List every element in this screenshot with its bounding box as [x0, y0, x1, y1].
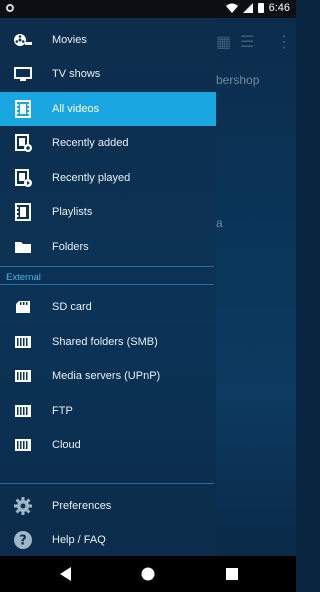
- drawer-item-help[interactable]: ? Help / FAQ: [0, 523, 216, 557]
- film-reel-icon: [13, 30, 33, 50]
- system-navigation-bar: [0, 556, 296, 592]
- status-bar: 6:46: [0, 0, 296, 18]
- section-divider: [0, 284, 214, 285]
- home-button[interactable]: [138, 564, 158, 584]
- drawer-item-label: SD card: [52, 301, 92, 313]
- navigation-drawer: Movies TV shows All videos Recently adde…: [0, 18, 216, 556]
- drawer-item-ftp[interactable]: FTP: [0, 394, 216, 428]
- drawer-item-label: Recently played: [52, 172, 131, 184]
- drawer-item-label: Cloud: [52, 439, 81, 451]
- back-button[interactable]: [56, 564, 76, 584]
- home-icon: [141, 567, 155, 581]
- recents-button[interactable]: [222, 564, 242, 584]
- external-section-title: External: [6, 272, 41, 283]
- back-icon: [60, 567, 71, 581]
- drawer-item-playlists[interactable]: Playlists: [0, 195, 216, 229]
- drawer-item-label: Shared folders (SMB): [52, 336, 158, 348]
- drawer-item-label: Recently added: [52, 137, 129, 149]
- background-video-list: ▦ ☰ ⋮ bershop a: [216, 18, 296, 556]
- server-icon: [13, 401, 33, 421]
- drawer-item-preferences[interactable]: Preferences: [0, 489, 216, 523]
- server-icon: [13, 435, 33, 455]
- drawer-item-label: Playlists: [52, 206, 93, 218]
- tv-icon: [13, 64, 33, 84]
- drawer-item-upnp[interactable]: Media servers (UPnP): [0, 359, 216, 393]
- more-options-icon[interactable]: ⋮: [276, 32, 292, 52]
- drawer-item-label: Media servers (UPnP): [52, 370, 161, 382]
- grid-view-icon[interactable]: ▦: [216, 32, 231, 52]
- cell-signal-icon: [242, 3, 253, 13]
- sd-card-icon: [13, 297, 33, 317]
- film-add-icon: [13, 133, 33, 153]
- film-strip-icon: [13, 99, 33, 119]
- background-list-text: a: [216, 216, 223, 230]
- sort-icon[interactable]: ☰: [240, 32, 254, 52]
- recents-icon: [226, 568, 238, 580]
- server-icon: [13, 332, 33, 352]
- drawer-item-label: FTP: [52, 405, 73, 417]
- drawer-item-recently-added[interactable]: Recently added: [0, 126, 216, 160]
- drawer-item-sd-card[interactable]: SD card: [0, 290, 216, 324]
- svg-text:?: ?: [19, 534, 27, 549]
- drawer-item-folders[interactable]: Folders: [0, 230, 216, 264]
- film-play-icon: [13, 168, 33, 188]
- drawer-item-movies[interactable]: Movies: [0, 23, 216, 57]
- drawer-item-smb[interactable]: Shared folders (SMB): [0, 325, 216, 359]
- clock: 6:46: [268, 2, 290, 14]
- help-icon: ?: [13, 530, 33, 550]
- film-list-icon: [13, 202, 33, 222]
- drawer-item-label: Preferences: [52, 500, 112, 512]
- drawer-item-label: TV shows: [52, 68, 101, 80]
- drawer-item-label: Help / FAQ: [52, 534, 106, 546]
- background-list-text: bershop: [216, 73, 260, 87]
- drawer-item-tv-shows[interactable]: TV shows: [0, 57, 216, 91]
- folder-icon: [13, 237, 33, 257]
- drawer-item-label: Movies: [52, 34, 87, 46]
- drawer-item-recently-played[interactable]: Recently played: [0, 161, 216, 195]
- drawer-item-all-videos[interactable]: All videos: [0, 92, 216, 126]
- battery-icon: [257, 3, 264, 13]
- section-divider: [0, 266, 214, 267]
- drawer-item-label: All videos: [52, 103, 100, 115]
- gear-icon: [13, 496, 33, 516]
- wifi-icon: [225, 3, 238, 13]
- drawer-item-label: Folders: [52, 241, 89, 253]
- section-divider: [0, 483, 214, 484]
- drawer-item-cloud[interactable]: Cloud: [0, 428, 216, 462]
- camera-notification-icon: [6, 4, 14, 12]
- server-icon: [13, 366, 33, 386]
